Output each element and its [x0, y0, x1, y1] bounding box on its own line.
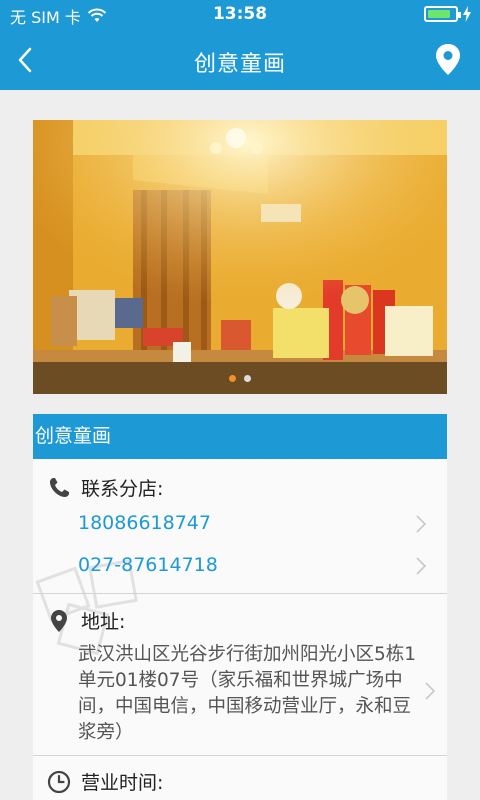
status-time: 13:58 — [212, 4, 268, 24]
address-row-title: 地址: — [47, 607, 125, 634]
card-title: 创意童画 — [33, 414, 447, 459]
location-button[interactable] — [432, 42, 464, 78]
clock-icon — [47, 770, 71, 793]
back-button[interactable] — [8, 40, 48, 80]
chevron-right-icon — [416, 557, 426, 575]
contact-label: 联系分店: — [81, 478, 164, 500]
phone-number-2-text: 027-87614718 — [78, 554, 218, 576]
address-text[interactable]: 武汉洪山区光谷步行街加州阳光小区5栋1单元01楼07号（家乐福和世界城广场中间，… — [78, 642, 428, 746]
phone-number-1[interactable]: 18086618747 — [78, 503, 438, 543]
status-bar: 无 SIM 卡 13:58 — [0, 0, 480, 30]
store-info-card: 创意童画 联系分店: 18086618747 027-87614718 地址: … — [33, 414, 447, 800]
phone-number-1-text: 18086618747 — [78, 512, 211, 534]
divider — [33, 755, 447, 756]
app-header: 无 SIM 卡 13:58 创意童画 — [0, 0, 480, 90]
hours-label: 营业时间: — [81, 772, 164, 794]
carousel-dots — [33, 362, 447, 394]
store-photo-carousel[interactable] — [33, 120, 447, 394]
phone-number-2[interactable]: 027-87614718 — [78, 545, 438, 585]
chevron-right-icon — [425, 682, 435, 700]
nav-bar: 创意童画 — [0, 30, 480, 90]
page-title: 创意童画 — [193, 52, 286, 77]
map-pin-icon — [51, 609, 67, 632]
contact-row-title: 联系分店: — [47, 474, 163, 501]
carousel-dot-2[interactable] — [244, 374, 251, 382]
address-label: 地址: — [81, 611, 126, 633]
status-right — [424, 6, 472, 22]
room-photo — [33, 120, 447, 394]
battery-icon — [424, 6, 461, 22]
phone-icon — [50, 477, 69, 497]
hours-row-title: 营业时间: — [47, 768, 163, 795]
divider — [33, 593, 447, 594]
charging-icon — [463, 6, 471, 22]
carousel-dot-1[interactable] — [229, 374, 236, 382]
chevron-right-icon — [416, 515, 426, 533]
